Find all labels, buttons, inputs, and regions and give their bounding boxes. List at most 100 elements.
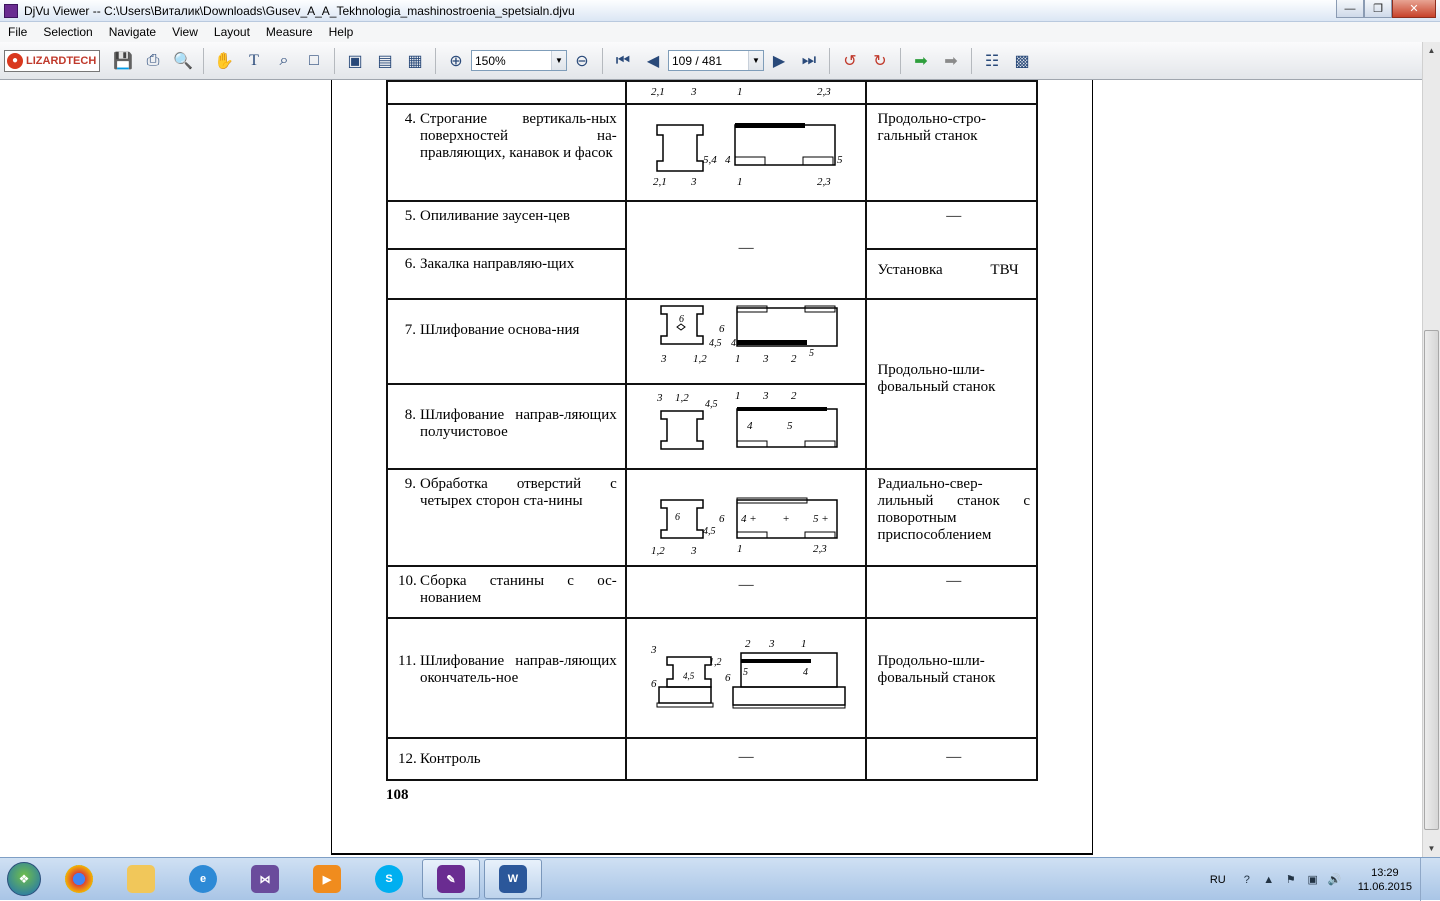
network-icon[interactable]: ▣	[1305, 872, 1321, 888]
text-select-icon[interactable]: T	[241, 48, 267, 74]
back-icon[interactable]: ➡	[908, 48, 934, 74]
equipment-text: —	[946, 749, 962, 765]
svg-text:1: 1	[737, 543, 743, 555]
scroll-thumb[interactable]	[1424, 330, 1439, 830]
help-icon[interactable]: ?	[1239, 872, 1255, 888]
equipment-text: Продольно-шли-фовальный станок	[877, 362, 996, 395]
first-page-icon[interactable]: ⏮	[610, 48, 636, 74]
table-row: 2,1 3 1 2,3	[386, 80, 1038, 105]
equipment-text: Установка ТВЧ	[877, 262, 1019, 278]
menu-help[interactable]: Help	[321, 25, 362, 39]
taskbar-explorer[interactable]	[112, 859, 170, 899]
last-page-icon[interactable]: ⏭	[796, 48, 822, 74]
taskbar-visual-studio[interactable]: ⋈	[236, 859, 294, 899]
lizardtech-logo[interactable]: ● LIZARDTECH	[4, 49, 100, 72]
svg-text:5: 5	[837, 154, 843, 166]
op-number: 6.	[404, 256, 416, 272]
vertical-scrollbar[interactable]: ▲ ▼	[1422, 42, 1440, 857]
print-icon[interactable]: ⎙	[140, 48, 166, 74]
region-select-icon[interactable]: □	[301, 48, 327, 74]
toolbar-separator	[334, 47, 335, 74]
menu-file[interactable]: File	[0, 25, 35, 39]
svg-text:1: 1	[737, 176, 743, 188]
clock[interactable]: 13:29 11.06.2015	[1358, 866, 1412, 894]
svg-text:3: 3	[762, 353, 769, 365]
op-number: 11.	[398, 653, 417, 669]
zoom-out-icon[interactable]: ⊖	[569, 48, 595, 74]
taskbar-chrome[interactable]	[50, 859, 108, 899]
continuous-icon[interactable]: ▤	[372, 48, 398, 74]
taskbar-ie[interactable]: e	[174, 859, 232, 899]
rotate-right-icon[interactable]: ↻	[867, 48, 893, 74]
table-row: 11. Шлифование направ-ляющих окончатель-н…	[386, 617, 1038, 739]
svg-text:4: 4	[803, 667, 808, 678]
equipment-text: —	[946, 208, 962, 224]
taskbar-skype[interactable]: S	[360, 859, 418, 899]
find-icon[interactable]: 🔍	[170, 48, 196, 74]
show-desktop-button[interactable]	[1420, 858, 1432, 901]
svg-text:5: 5	[743, 667, 748, 678]
document-icon[interactable]: ▩	[1009, 48, 1035, 74]
svg-text:6: 6	[651, 678, 657, 690]
hand-icon[interactable]: ✋	[211, 48, 237, 74]
volume-icon[interactable]: 🔊	[1327, 872, 1343, 888]
scroll-down-icon[interactable]: ▼	[1423, 840, 1440, 857]
equipment-text: Радиально-свер-лильный станок с поворотн…	[877, 476, 1030, 543]
next-page-icon[interactable]: ▶	[766, 48, 792, 74]
menu-measure[interactable]: Measure	[258, 25, 321, 39]
table-row: 12. Контроль — —	[386, 737, 1038, 781]
language-indicator[interactable]: RU	[1210, 874, 1226, 886]
equipment-text: Продольно-стро-гальный станок	[877, 111, 987, 144]
zoom-select-icon[interactable]: ⌕	[271, 48, 297, 74]
system-tray: RU ? ▲ ⚑ ▣ 🔊 13:29 11.06.2015	[1210, 858, 1440, 901]
taskbar-word[interactable]: W	[484, 859, 542, 899]
toolbar-separator	[829, 47, 830, 74]
chevron-down-icon[interactable]: ▼	[748, 51, 763, 70]
menu-layout[interactable]: Layout	[206, 25, 258, 39]
sketch-row-4: 5,4 4 5 2,1 3 1 2,3	[653, 123, 843, 188]
svg-text:2: 2	[791, 353, 797, 365]
forward-icon[interactable]: ➡	[938, 48, 964, 74]
svg-text:3: 3	[690, 545, 697, 557]
menu-navigate[interactable]: Navigate	[101, 25, 164, 39]
title-bar: DjVu Viewer -- C:\Users\Виталик\Download…	[0, 0, 1440, 22]
menu-selection[interactable]: Selection	[35, 25, 100, 39]
svg-text:4,5: 4,5	[703, 526, 716, 537]
sketch-row-7: 6 6 4,5 4 5 3 1,2 1 3 2	[660, 305, 838, 365]
maximize-button[interactable]: ❐	[1364, 0, 1392, 18]
taskbar-djvu[interactable]: ✎	[422, 859, 480, 899]
taskbar-media[interactable]: ▶	[298, 859, 356, 899]
close-button[interactable]: ✕	[1392, 0, 1436, 18]
tray-expand-icon[interactable]: ▲	[1261, 872, 1277, 888]
windows-icon: ❖	[7, 862, 41, 896]
single-page-icon[interactable]: ▣	[342, 48, 368, 74]
prev-page-icon[interactable]: ◀	[640, 48, 666, 74]
table-row: 10. Сборка станины с ос-нованием — —	[386, 565, 1038, 619]
zoom-in-icon[interactable]: ⊕	[443, 48, 469, 74]
start-button[interactable]: ❖	[0, 859, 48, 899]
minimize-button[interactable]: —	[1336, 0, 1364, 18]
equipment-text: Продольно-шли-фовальный станок	[877, 653, 996, 686]
table-row: 9. Обработка отверстий с четырех сторон с…	[386, 468, 1038, 567]
op-number: 9.	[404, 476, 416, 492]
zoom-combo[interactable]: 150% ▼	[471, 50, 567, 71]
menu-view[interactable]: View	[164, 25, 206, 39]
svg-text:1,2: 1,2	[693, 353, 707, 365]
svg-text:4 +: 4 +	[741, 513, 757, 525]
thumbnail-icon[interactable]: ☷	[979, 48, 1005, 74]
svg-text:3: 3	[690, 176, 697, 188]
svg-text:4: 4	[731, 338, 736, 349]
rotate-left-icon[interactable]: ↺	[837, 48, 863, 74]
save-icon[interactable]: 💾	[110, 48, 136, 74]
folder-icon	[127, 865, 155, 893]
svg-text:3: 3	[768, 638, 775, 650]
facing-icon[interactable]: ▦	[402, 48, 428, 74]
svg-text:1,2: 1,2	[675, 392, 689, 404]
word-icon: W	[499, 865, 527, 893]
djvu-app-icon	[4, 3, 18, 18]
action-center-icon[interactable]: ⚑	[1283, 872, 1299, 888]
equipment-text: —	[946, 573, 962, 589]
page-combo[interactable]: 109 / 481 ▼	[668, 50, 764, 71]
scroll-up-icon[interactable]: ▲	[1423, 42, 1440, 59]
chevron-down-icon[interactable]: ▼	[551, 51, 566, 70]
